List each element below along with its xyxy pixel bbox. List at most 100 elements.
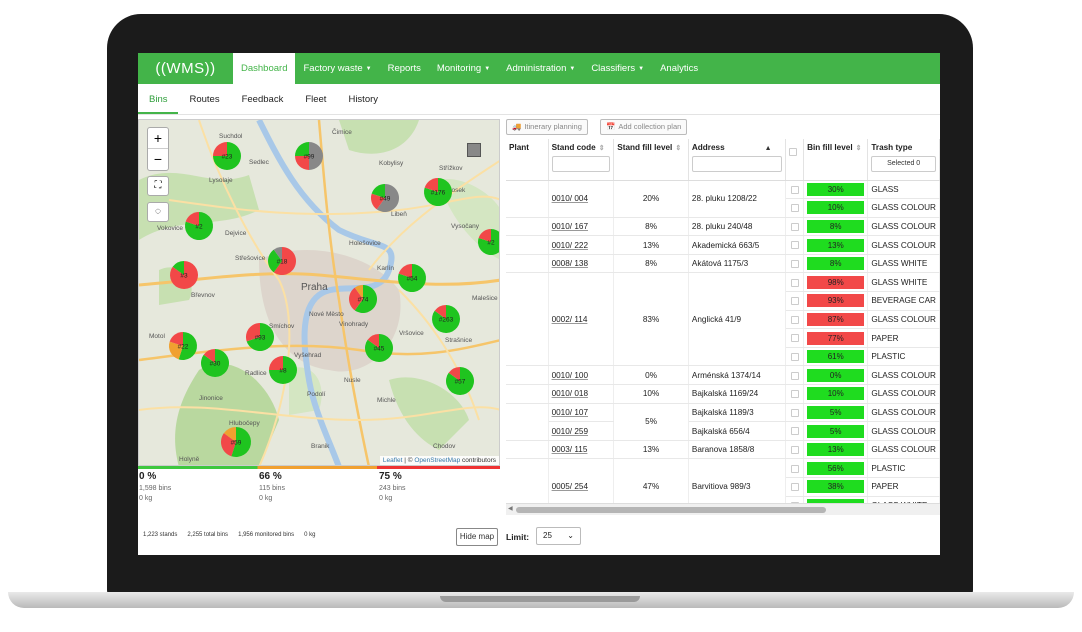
stand-code-cell[interactable]: 0010/ 107	[548, 403, 615, 423]
zoom-in-button[interactable]: +	[148, 128, 168, 149]
stand-code-cell[interactable]: 0008/ 138	[548, 254, 615, 274]
table-row[interactable]: 0010/ 259 Bajkalská 656/4 5% GLASS COLOUR	[506, 421, 940, 441]
bin-checkbox[interactable]	[790, 408, 799, 417]
map-panel[interactable]: Čimice Suchdol Sedlec Lysolaje Kobylisy Stříž…	[138, 119, 500, 466]
bin-checkbox[interactable]	[790, 204, 799, 213]
table-row[interactable]: 0010/ 167 8% 28. pluku 240/48 8% GLASS COLOU…	[506, 217, 940, 237]
stand-code-cell[interactable]: 0010/ 100	[548, 365, 615, 386]
tab-feedback[interactable]: Feedback	[231, 94, 295, 114]
tab-history[interactable]: History	[337, 94, 389, 114]
bin-checkbox[interactable]	[790, 445, 799, 454]
sort-asc-icon[interactable]: ▲	[765, 145, 772, 152]
col-plant[interactable]: Plant	[506, 139, 549, 181]
nav-classifiers[interactable]: Classifiers ▼	[583, 53, 652, 84]
bin-cluster-marker[interactable]: #54	[398, 264, 427, 292]
leaflet-link[interactable]: Leaflet	[383, 457, 403, 464]
bin-cluster-marker[interactable]: #22	[169, 332, 197, 360]
stand-code-cell[interactable]: 0003/ 115	[548, 440, 615, 460]
sort-icon[interactable]: ⇕	[856, 145, 862, 152]
table-row[interactable]: 0010/ 107 5% Bajkalská 1189/3 5% GLASS COLOU…	[506, 403, 940, 441]
bin-checkbox[interactable]	[790, 222, 799, 231]
bin-checkbox[interactable]	[790, 427, 799, 436]
trash-type-filter[interactable]: Selected 0	[871, 156, 936, 172]
col-stand-code[interactable]: Stand code ⇕	[548, 139, 615, 181]
col-trash-type[interactable]: Trash type Selected 0	[867, 139, 940, 181]
tab-routes[interactable]: Routes	[178, 94, 230, 114]
stand-code-cell[interactable]: 0010/ 222	[548, 235, 615, 255]
add-collection-plan-button[interactable]: 📅 Add collection plan	[600, 119, 688, 135]
bin-checkbox[interactable]	[790, 315, 799, 324]
bin-select-cell	[785, 217, 805, 237]
nav-dashboard[interactable]: Dashboard	[233, 53, 296, 84]
app-logo[interactable]: ((WMS))	[138, 60, 233, 77]
tab-bins[interactable]: Bins	[138, 94, 179, 114]
bin-checkbox[interactable]	[790, 464, 799, 473]
col-select-all[interactable]	[785, 139, 805, 181]
bin-cluster-marker[interactable]: #57	[446, 367, 474, 395]
layers-icon[interactable]	[467, 143, 481, 157]
stand-code-cell[interactable]: 0010/ 004	[548, 180, 615, 218]
bin-cluster-marker[interactable]: #23	[213, 142, 241, 170]
stand-code-cell[interactable]: 0002/ 114	[548, 272, 615, 367]
table-row[interactable]: 0010/ 100 0% Arménská 1374/14 0% GLASS COLOU…	[506, 365, 940, 386]
bin-checkbox[interactable]	[790, 390, 799, 399]
table-row[interactable]: 0010/ 004 20% 28. pluku 1208/22 30% GLASS	[506, 180, 940, 218]
bin-cluster-marker[interactable]: #59	[221, 427, 251, 457]
sort-icon[interactable]: ⇕	[675, 145, 681, 152]
stand-code-cell[interactable]: 0010/ 259	[548, 421, 615, 441]
select-all-checkbox[interactable]	[789, 147, 798, 156]
scrollbar-thumb[interactable]	[516, 507, 826, 513]
itinerary-planning-button[interactable]: 🚚 Itinerary planning	[506, 119, 588, 135]
bin-checkbox[interactable]	[790, 278, 799, 287]
bin-checkbox[interactable]	[790, 371, 799, 380]
bin-cluster-marker[interactable]: #176	[424, 178, 452, 206]
bin-checkbox[interactable]	[790, 241, 799, 250]
nav-administration[interactable]: Administration ▼	[498, 53, 583, 84]
bin-cluster-marker[interactable]: #263	[432, 305, 461, 333]
bin-cluster-marker[interactable]: #93	[246, 323, 274, 351]
col-bin-fill[interactable]: Bin fill level ⇕	[803, 139, 869, 181]
limit-select[interactable]: 25 ⌄	[536, 527, 581, 545]
stand-code-cell[interactable]: 0005/ 254	[548, 458, 615, 503]
scroll-left-icon[interactable]: ◀	[508, 505, 513, 512]
table-row[interactable]: 0003/ 115 13% Baranova 1858/8 13% GLASS COLO…	[506, 440, 940, 460]
bin-cluster-marker[interactable]: #49	[371, 184, 399, 212]
bin-cluster-marker[interactable]: #2	[185, 212, 213, 241]
bin-checkbox[interactable]	[790, 483, 799, 492]
lasso-icon[interactable]: ◌	[147, 202, 169, 222]
sort-icon[interactable]: ⇕	[599, 145, 605, 152]
horizontal-scrollbar[interactable]: ◀	[506, 503, 940, 515]
bin-cluster-marker[interactable]: #30	[201, 349, 230, 377]
bin-checkbox[interactable]	[790, 334, 799, 343]
col-address[interactable]: Address ▲	[688, 139, 787, 181]
bin-cluster-marker[interactable]: #8	[269, 356, 297, 384]
bin-cluster-marker[interactable]: #45	[365, 334, 393, 362]
stand-code-filter[interactable]	[551, 156, 611, 172]
table-row[interactable]: 0005/ 254 47% Barvitiova 989/3 56% PLASTIC	[506, 458, 940, 503]
bin-checkbox[interactable]	[790, 260, 799, 268]
address-filter[interactable]	[691, 156, 783, 172]
bin-cluster-marker[interactable]: #99	[295, 142, 323, 170]
nav-factory-waste[interactable]: Factory waste ▼	[295, 53, 379, 84]
nav-analytics[interactable]: Analytics	[652, 53, 706, 84]
stand-code-cell[interactable]: 0010/ 018	[548, 384, 615, 404]
bin-cluster-marker[interactable]: #18	[268, 247, 296, 275]
bin-checkbox[interactable]	[790, 185, 799, 194]
table-row[interactable]: 0010/ 018 10% Bajkalská 1169/24 10% GLASS CO…	[506, 384, 940, 404]
nav-monitoring[interactable]: Monitoring ▼	[429, 53, 498, 84]
col-stand-fill[interactable]: Stand fill level ⇕	[613, 139, 689, 181]
bin-cluster-marker[interactable]: #3	[170, 261, 198, 289]
table-row[interactable]: 0008/ 138 8% Akátová 1175/3 8% GLASS WHITE	[506, 254, 940, 274]
bin-cluster-marker[interactable]: #74	[349, 285, 378, 313]
nav-reports[interactable]: Reports	[380, 53, 429, 84]
hide-map-button[interactable]: Hide map	[456, 528, 498, 546]
fullscreen-icon[interactable]: ⛶	[147, 176, 169, 196]
bin-checkbox[interactable]	[790, 297, 799, 306]
bin-checkbox[interactable]	[790, 352, 799, 361]
zoom-out-button[interactable]: −	[148, 149, 168, 170]
table-row[interactable]: 0010/ 222 13% Akademická 663/5 13% GLASS COL…	[506, 235, 940, 255]
table-row[interactable]: 0002/ 114 83% Anglická 41/9 98% GLASS WHITE	[506, 272, 940, 367]
osm-link[interactable]: OpenStreetMap	[414, 457, 460, 464]
stand-code-cell[interactable]: 0010/ 167	[548, 217, 615, 237]
tab-fleet[interactable]: Fleet	[294, 94, 337, 114]
